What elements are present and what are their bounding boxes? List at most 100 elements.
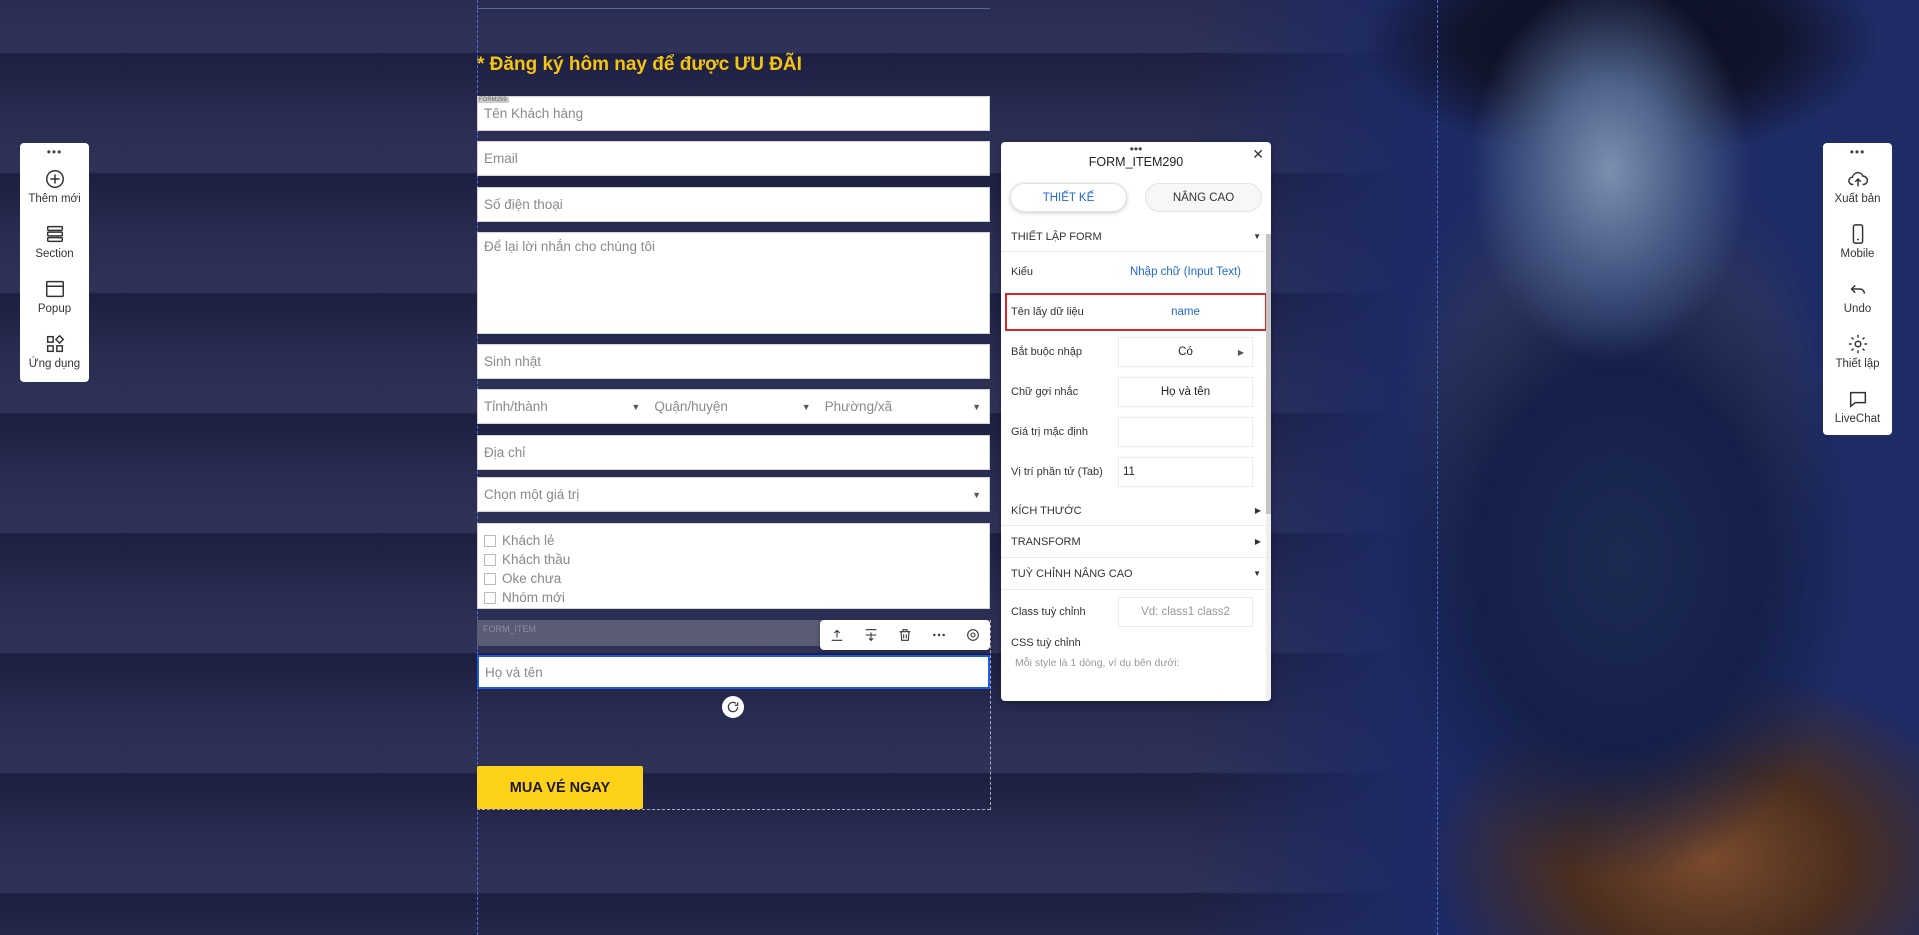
class-input[interactable]: Vd: class1 class2 xyxy=(1118,597,1253,627)
css-label: CSS tuỳ chỉnh xyxy=(1011,637,1081,649)
drag-handle-icon[interactable]: ••• xyxy=(1001,142,1271,155)
checkbox-box[interactable] xyxy=(484,591,496,604)
livechat-button[interactable]: LiveChat xyxy=(1823,379,1892,434)
section-form-settings[interactable]: THIẾT LẬP FORM ▼ xyxy=(1001,222,1271,252)
section-advanced[interactable]: TUỲ CHỈNH NÂNG CAO ▼ xyxy=(1001,558,1271,590)
layers-icon xyxy=(46,225,63,243)
scrollbar-thumb[interactable] xyxy=(1266,234,1271,514)
fullname-field-selected[interactable]: Họ và tên xyxy=(477,655,990,689)
background-photo xyxy=(1190,0,1919,935)
rotate-icon[interactable] xyxy=(722,696,744,718)
apps-button[interactable]: Ứng dụng xyxy=(20,324,89,379)
checkbox-label: Khách lẻ xyxy=(502,533,555,548)
row-class: Class tuỳ chỉnh Vd: class1 class2 xyxy=(1001,590,1271,634)
district-select[interactable]: Quận/huyện ▼ xyxy=(648,399,818,414)
drag-handle-icon[interactable]: ••• xyxy=(1850,146,1866,159)
trash-icon[interactable] xyxy=(897,627,913,643)
class-label: Class tuỳ chỉnh xyxy=(1011,606,1086,618)
chevron-down-icon: ▼ xyxy=(972,489,981,500)
section-transform[interactable]: TRANSFORM ▶ xyxy=(1001,526,1271,558)
birthday-field[interactable]: Sinh nhật xyxy=(477,344,990,379)
section-label: Section xyxy=(35,248,74,260)
checkbox-item[interactable]: Khách thầu xyxy=(484,550,570,569)
align-middle-icon[interactable] xyxy=(863,627,879,643)
tab-index-input[interactable]: 11 xyxy=(1118,457,1253,487)
checkbox-label: Nhóm mới xyxy=(502,590,565,605)
settings-button[interactable]: Thiết lập xyxy=(1823,324,1892,379)
hint-label: Chữ gợi nhắc xyxy=(1011,386,1079,398)
data-name-value[interactable]: name xyxy=(1118,297,1253,327)
tab-advanced[interactable]: NÂNG CAO xyxy=(1145,183,1262,212)
checkbox-group: Khách lẻ Khách thầu Oke chưa Nhóm mới xyxy=(477,523,990,609)
ward-select[interactable]: Phường/xã ▼ xyxy=(819,399,989,414)
chevron-down-icon: ▼ xyxy=(801,401,811,412)
publish-button[interactable]: Xuất bản xyxy=(1823,159,1892,214)
checkbox-box[interactable] xyxy=(484,572,496,585)
phone-field[interactable]: Số điện thoại xyxy=(477,187,990,222)
undo-button[interactable]: Undo xyxy=(1823,269,1892,324)
more-icon[interactable] xyxy=(931,627,947,643)
guide-line-right xyxy=(1437,0,1438,935)
email-field[interactable]: Email xyxy=(477,141,990,176)
section-size-label: KÍCH THƯỚC xyxy=(1011,504,1082,517)
district-label: Quận/huyện xyxy=(654,399,728,414)
name-field[interactable]: Tên Khách hàng xyxy=(477,96,990,131)
plus-circle-icon xyxy=(45,170,64,188)
checkbox-item[interactable]: Nhóm mới xyxy=(484,588,565,607)
panel-scrollbar[interactable] xyxy=(1266,234,1271,700)
close-icon[interactable]: ✕ xyxy=(1252,146,1264,163)
checkbox-label: Khách thầu xyxy=(502,552,571,567)
tab-index-label: Vị trí phần tử (Tab) xyxy=(1011,466,1103,478)
publish-label: Xuất bản xyxy=(1834,193,1881,205)
row-hint: Chữ gợi nhắc Họ và tên xyxy=(1001,372,1271,412)
add-new-button[interactable]: Thêm mới xyxy=(20,159,89,214)
row-type: Kiểu Nhập chữ (Input Text) xyxy=(1001,252,1271,292)
popup-button[interactable]: Popup xyxy=(20,269,89,324)
hint-input[interactable]: Họ và tên xyxy=(1118,377,1253,407)
chevron-right-icon: ▶ xyxy=(1254,537,1261,546)
move-up-icon[interactable] xyxy=(829,627,845,643)
row-tab-index: Vị trí phần tử (Tab) 11 xyxy=(1001,452,1271,492)
panel-title: FORM_ITEM290 xyxy=(1088,155,1184,169)
popup-label: Popup xyxy=(37,303,72,315)
value-select[interactable]: Chọn một giá trị ▼ xyxy=(477,477,990,512)
gear-icon xyxy=(1848,334,1867,354)
ward-label: Phường/xã xyxy=(824,399,893,414)
mobile-button[interactable]: Mobile xyxy=(1823,214,1892,269)
gear-icon[interactable] xyxy=(965,627,981,643)
mobile-icon xyxy=(1852,224,1863,244)
checkbox-item[interactable]: Oke chưa xyxy=(484,569,561,588)
settings-label: Thiết lập xyxy=(1835,358,1880,370)
drag-handle-icon[interactable]: ••• xyxy=(47,146,63,159)
checkbox-box[interactable] xyxy=(484,553,496,566)
panel-tabs: THIẾT KẾ NÂNG CAO xyxy=(1001,183,1271,212)
message-field[interactable]: Để lại lời nhắn cho chúng tôi xyxy=(477,232,990,334)
row-default: Giá trị mặc định xyxy=(1001,412,1271,452)
checkbox-item[interactable]: Khách lẻ xyxy=(484,531,555,550)
province-select[interactable]: Tỉnh/thành ▼ xyxy=(484,399,648,414)
required-select[interactable]: Có ▶ xyxy=(1118,337,1253,367)
chevron-down-icon: ▼ xyxy=(1253,232,1261,241)
mobile-label: Mobile xyxy=(1840,248,1875,260)
section-button[interactable]: Section xyxy=(20,214,89,269)
section-size[interactable]: KÍCH THƯỚC ▶ xyxy=(1001,496,1271,526)
data-name-label: Tên lấy dữ liệu xyxy=(1011,306,1084,318)
buy-ticket-button[interactable]: MUA VÉ NGAY xyxy=(477,766,643,809)
section-transform-label: TRANSFORM xyxy=(1011,535,1081,548)
chat-icon xyxy=(1849,391,1866,408)
row-css: CSS tuỳ chỉnh xyxy=(1001,634,1271,652)
chevron-right-icon: ▶ xyxy=(1254,506,1261,515)
type-label: Kiểu xyxy=(1011,266,1034,278)
properties-panel: ••• FORM_ITEM290 ✕ THIẾT KẾ NÂNG CAO THI… xyxy=(1001,142,1271,701)
default-input[interactable] xyxy=(1118,417,1253,447)
checkbox-box[interactable] xyxy=(484,534,496,547)
form-tag: FORM259 xyxy=(477,97,509,103)
chevron-down-icon: ▼ xyxy=(972,401,981,412)
address-field[interactable]: Địa chỉ xyxy=(477,435,990,470)
required-label: Bắt buộc nhập xyxy=(1011,346,1082,358)
tab-design[interactable]: THIẾT KẾ xyxy=(1010,183,1127,212)
type-value[interactable]: Nhập chữ (Input Text) xyxy=(1118,257,1253,287)
value-select-label: Chọn một giá trị xyxy=(484,487,580,502)
section-form-label: THIẾT LẬP FORM xyxy=(1011,230,1102,243)
cloud-upload-icon xyxy=(1847,171,1868,187)
